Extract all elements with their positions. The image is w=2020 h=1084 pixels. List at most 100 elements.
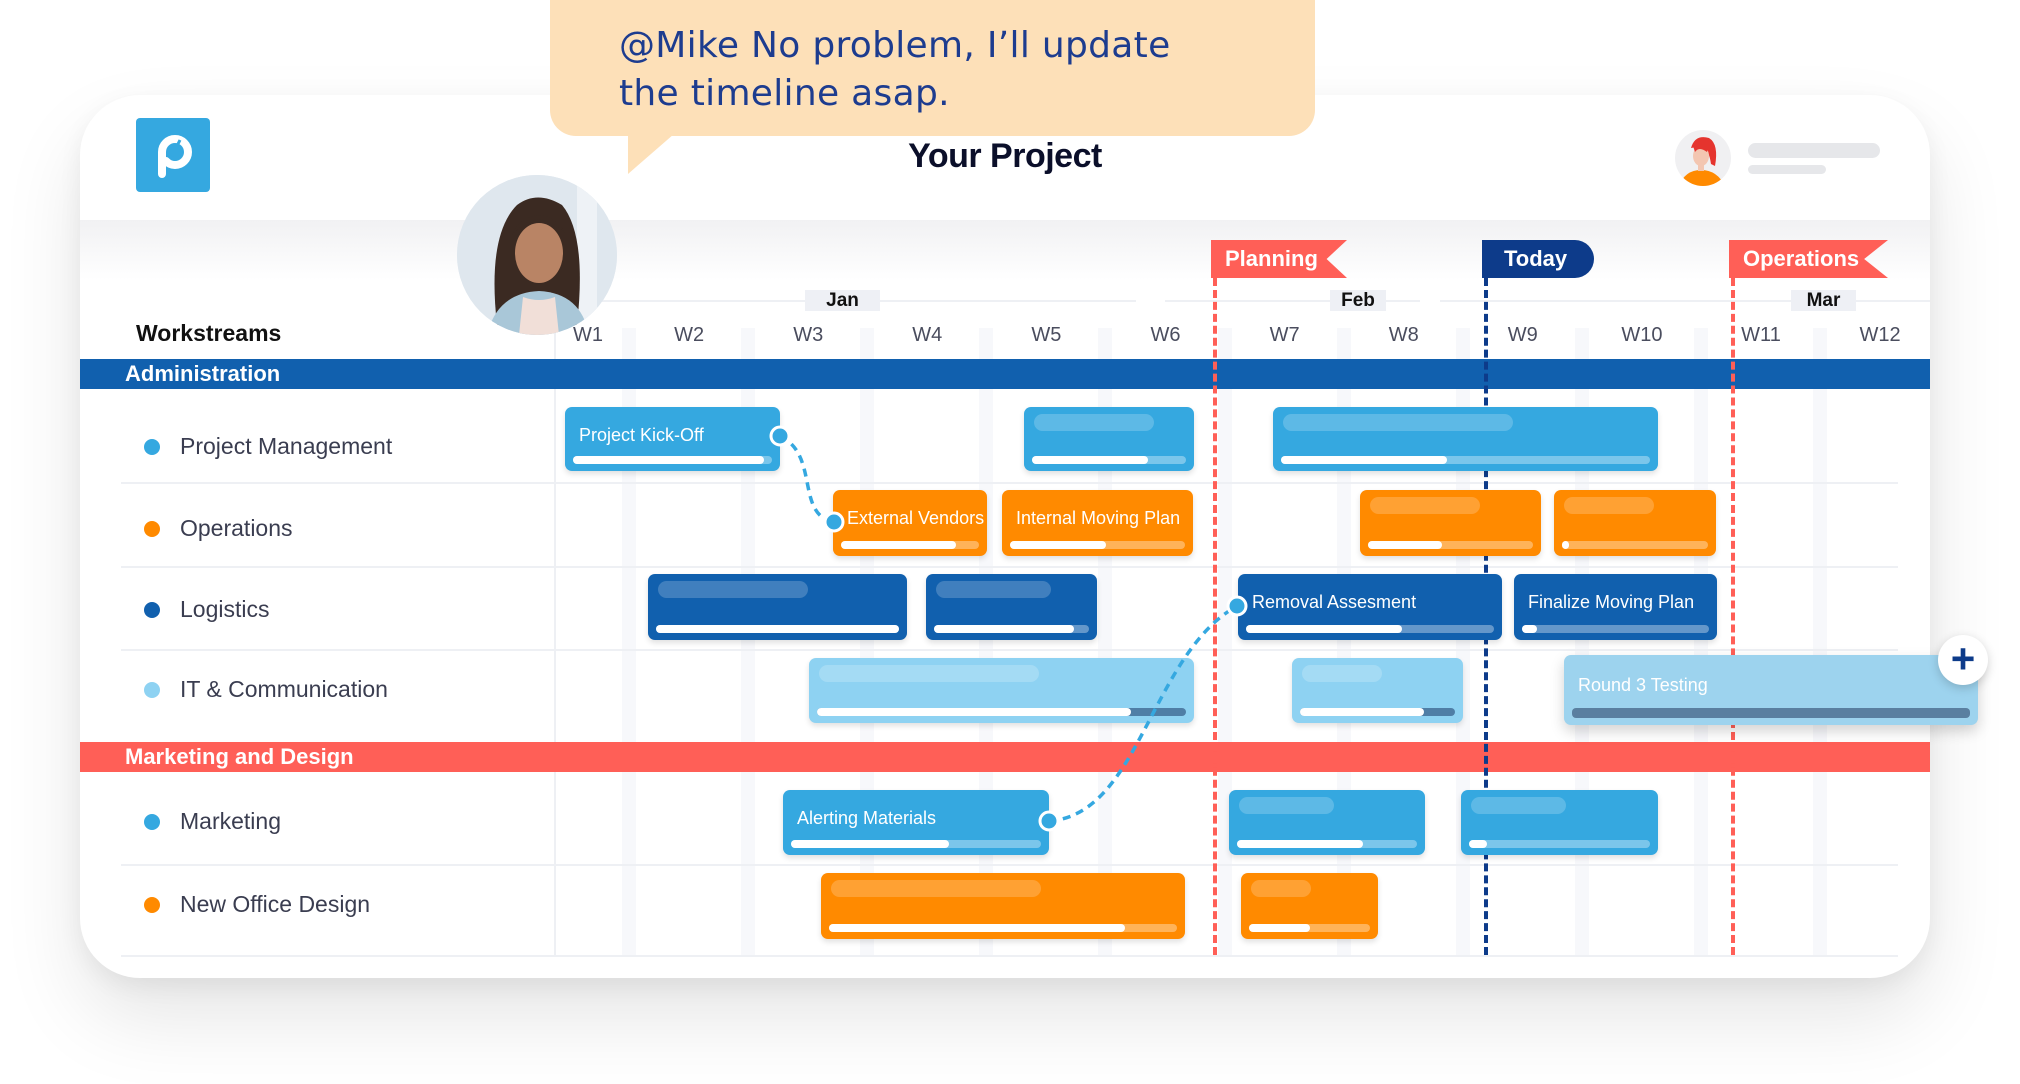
add-task-button[interactable]: + — [1938, 635, 1988, 685]
task-progress-track — [656, 625, 899, 633]
workstream-name: New Office Design — [180, 891, 371, 917]
week-column-divider — [1217, 328, 1232, 955]
task-bar-label: Internal Moving Plan — [1016, 508, 1181, 528]
page-title: Your Project — [908, 137, 1102, 175]
task-progress-track — [1246, 625, 1494, 633]
task-bar[interactable] — [648, 574, 907, 640]
week-label-w10: W10 — [1621, 324, 1663, 346]
task-bar-label: Round 3 Testing — [1578, 675, 1708, 695]
task-bar-label: Alerting Materials — [797, 808, 937, 828]
marker-line-planning — [1213, 278, 1217, 955]
task-progress-track — [1032, 456, 1186, 464]
task-bar[interactable] — [1273, 407, 1658, 471]
chat-bubble: @Mike No problem, I’ll update the timeli… — [550, 0, 1315, 136]
task-bar[interactable]: Internal Moving Plan — [1002, 490, 1193, 556]
task-progress-fill — [817, 708, 1131, 716]
week-column-divider — [979, 328, 994, 955]
task-bar[interactable] — [1241, 873, 1378, 939]
task-progress-fill — [573, 456, 765, 464]
task-bar[interactable]: Removal Assesment — [1238, 574, 1502, 640]
task-progress-fill — [1032, 456, 1148, 464]
task-progress-track — [1249, 924, 1370, 932]
workstream-name: Marketing — [180, 808, 281, 834]
workstream-row-label[interactable]: Logistics — [144, 594, 269, 624]
workstream-row-label[interactable]: Project Management — [144, 431, 392, 461]
month-label-mar: Mar — [1791, 290, 1856, 311]
workstream-name: IT & Communication — [180, 676, 388, 702]
header-separator — [80, 220, 1930, 280]
marker-flag-planning[interactable]: Planning — [1211, 240, 1347, 278]
user-avatar-illustration — [1679, 137, 1725, 186]
workstream-color-dot-icon — [144, 814, 160, 830]
task-bar[interactable]: Finalize Moving Plan — [1514, 574, 1717, 640]
task-bar[interactable] — [926, 574, 1097, 640]
task-progress-fill — [656, 625, 899, 633]
week-label-w6: W6 — [1150, 324, 1181, 346]
month-label-jan: Jan — [805, 290, 880, 311]
workstream-row-label[interactable]: Marketing — [144, 806, 281, 836]
chat-bubble-tail — [628, 134, 674, 174]
task-bar-placeholder — [1370, 497, 1480, 514]
workstream-row-label[interactable]: New Office Design — [144, 889, 370, 919]
task-bar[interactable]: Project Kick-Off — [565, 407, 780, 471]
task-progress-track — [1237, 840, 1417, 848]
row-separator — [121, 955, 1898, 957]
task-progress-fill — [841, 541, 956, 549]
task-progress-track — [1368, 541, 1533, 549]
task-progress-track — [1281, 456, 1650, 464]
commenter-photo — [457, 175, 617, 335]
task-progress-fill — [1368, 541, 1443, 549]
task-progress-fill — [1246, 625, 1403, 633]
task-bar-label: Finalize Moving Plan — [1528, 592, 1695, 612]
task-bar-label: Removal Assesment — [1252, 592, 1417, 612]
workstream-row-label[interactable]: Operations — [144, 513, 293, 543]
task-progress-fill — [1469, 840, 1488, 848]
workstream-name: Project Management — [180, 433, 393, 459]
task-progress-track — [1572, 708, 1970, 718]
task-bar[interactable] — [1229, 790, 1425, 855]
row-separator — [121, 864, 1898, 866]
task-bar[interactable]: External Vendors — [833, 490, 987, 556]
task-progress-track — [1300, 708, 1455, 716]
task-bar[interactable] — [1024, 407, 1194, 471]
marker-flag-today[interactable]: Today — [1482, 240, 1594, 278]
task-progress-fill — [1281, 456, 1448, 464]
task-bar[interactable] — [1461, 790, 1658, 855]
task-bar[interactable]: Alerting Materials — [783, 790, 1049, 855]
task-progress-track — [1469, 840, 1650, 848]
week-label-w7: W7 — [1269, 324, 1300, 346]
chat-message-line-2: the timeline asap. — [619, 73, 950, 114]
week-label-w5: W5 — [1031, 324, 1062, 346]
group-band-marketing-and-design[interactable]: Marketing and Design — [80, 742, 1930, 772]
dependency-line-kickoff-to-vendors — [779, 434, 835, 524]
workstreams-heading: Workstreams — [136, 320, 282, 346]
task-bar-placeholder — [1251, 880, 1311, 897]
week-column-divider — [1813, 328, 1827, 955]
task-bar-placeholder — [1034, 414, 1154, 431]
project-card: Your Project Workstreams W1 W2 W3 W4 W5 W6 W7 W… — [80, 95, 1930, 978]
workstream-row-label[interactable]: IT & Communication — [144, 674, 388, 704]
week-label-w9: W9 — [1507, 324, 1538, 346]
task-bar-placeholder — [1239, 797, 1334, 814]
task-bar[interactable] — [1360, 490, 1541, 556]
task-bar[interactable] — [821, 873, 1185, 939]
chat-message-line-1: @Mike No problem, I’ll update — [619, 25, 1171, 66]
task-bar-placeholder — [819, 665, 1039, 682]
task-progress-fill — [1249, 924, 1310, 932]
task-progress-fill — [1300, 708, 1424, 716]
workstream-color-dot-icon — [144, 439, 160, 455]
commenter-avatar[interactable] — [457, 175, 617, 335]
user-avatar[interactable] — [1675, 130, 1731, 186]
month-range-line — [1440, 300, 1930, 302]
user-name-placeholder — [1748, 143, 1880, 158]
task-bar[interactable] — [1554, 490, 1716, 556]
task-bar[interactable] — [1292, 658, 1463, 723]
row-separator — [121, 649, 1898, 651]
task-progress-fill — [934, 625, 1074, 633]
task-progress-track — [817, 708, 1186, 716]
task-progress-track — [791, 840, 1041, 848]
workstream-color-dot-icon — [144, 682, 160, 698]
task-bar[interactable] — [809, 658, 1194, 723]
task-bar[interactable]: Round 3 Testing — [1564, 655, 1978, 725]
group-band-administration[interactable]: Administration — [80, 359, 1930, 389]
